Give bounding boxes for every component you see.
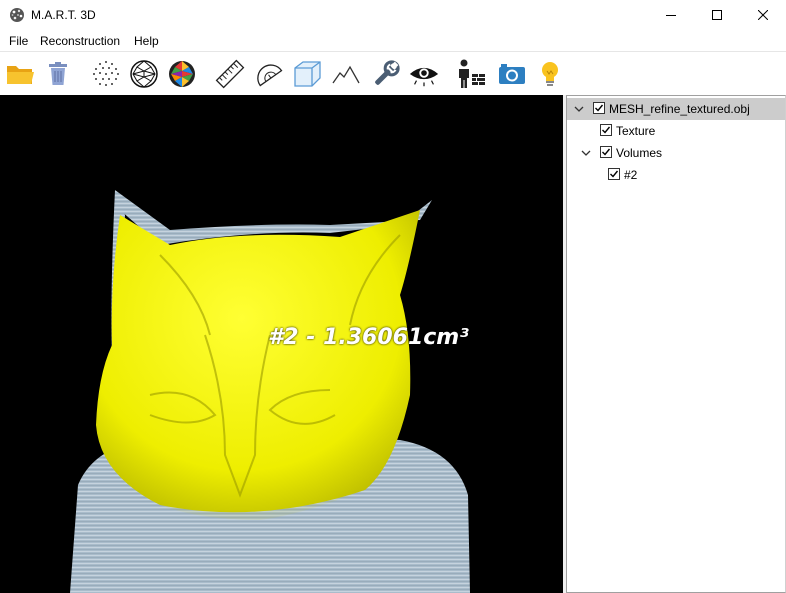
- close-icon: [758, 10, 768, 20]
- delete-button[interactable]: [42, 58, 74, 90]
- checkmark-icon: [602, 126, 611, 134]
- 3d-viewport[interactable]: #2 - 1.36061cm³: [0, 95, 563, 593]
- volume-measurement-label: #2 - 1.36061cm³: [268, 325, 469, 350]
- checkmark-icon: [610, 170, 619, 178]
- open-folder-icon: [7, 66, 34, 84]
- tree-item-label: #2: [624, 168, 638, 182]
- menu-bar: File Reconstruction Help: [0, 30, 786, 51]
- tree-item-mesh[interactable]: MESH_refine_textured.obj: [567, 98, 785, 120]
- minimize-button[interactable]: [648, 0, 694, 30]
- menu-file[interactable]: File: [9, 34, 28, 48]
- wireframe-button[interactable]: [128, 58, 160, 90]
- title-bar: M.A.R.T. 3D: [0, 0, 786, 30]
- mesh-checkbox[interactable]: [593, 102, 605, 114]
- ruler-icon: [215, 59, 245, 89]
- lighting-button[interactable]: [534, 58, 566, 90]
- tree-item-label: Volumes: [616, 146, 663, 160]
- volume-2-checkbox[interactable]: [608, 168, 620, 180]
- checkmark-icon: [595, 104, 604, 112]
- protractor-icon: [257, 64, 283, 87]
- menu-reconstruction[interactable]: Reconstruction: [40, 34, 120, 48]
- terrain-icon: [332, 65, 360, 84]
- maximize-button[interactable]: [694, 0, 740, 30]
- scene-tree: MESH_refine_textured.obj Texture Volumes…: [566, 95, 786, 593]
- builder-icon: [459, 59, 485, 88]
- trash-icon: [49, 62, 67, 85]
- visibility-button[interactable]: [408, 58, 440, 90]
- ruler-button[interactable]: [214, 58, 246, 90]
- checkmark-icon: [602, 148, 611, 156]
- tree-item-volumes[interactable]: Volumes: [567, 142, 785, 164]
- tree-item-texture[interactable]: Texture: [567, 120, 785, 142]
- screenshot-button[interactable]: [496, 58, 528, 90]
- close-button[interactable]: [740, 0, 786, 30]
- volumes-checkbox[interactable]: [600, 146, 612, 158]
- tree-item-volume-2[interactable]: #2: [567, 164, 785, 186]
- settings-button[interactable]: [370, 58, 402, 90]
- terrain-button[interactable]: [330, 58, 362, 90]
- tree-item-label: MESH_refine_textured.obj: [609, 102, 750, 116]
- build-button[interactable]: [455, 58, 487, 90]
- menu-help[interactable]: Help: [134, 34, 159, 48]
- texture-checkbox[interactable]: [600, 124, 612, 136]
- point-cloud-button[interactable]: [90, 58, 122, 90]
- eye-icon: [409, 67, 439, 87]
- open-button[interactable]: [4, 58, 36, 90]
- minimize-icon: [666, 15, 676, 16]
- chevron-down-icon[interactable]: [574, 104, 584, 114]
- bounding-box-button[interactable]: [291, 58, 323, 90]
- chevron-down-icon[interactable]: [581, 148, 591, 158]
- protractor-button[interactable]: [252, 58, 284, 90]
- textured-sphere-icon: [169, 61, 195, 87]
- lightbulb-icon: [542, 62, 558, 86]
- tree-item-label: Texture: [616, 124, 656, 138]
- wireframe-sphere-icon: [130, 60, 158, 88]
- textured-button[interactable]: [166, 58, 198, 90]
- wrench-icon: [375, 60, 400, 85]
- toolbar: [0, 51, 786, 96]
- app-logo-icon: [10, 8, 24, 22]
- box-icon: [294, 61, 321, 87]
- window-title: M.A.R.T. 3D: [31, 8, 96, 22]
- point-cloud-icon: [93, 61, 119, 86]
- camera-icon: [499, 64, 525, 84]
- maximize-icon: [712, 10, 722, 20]
